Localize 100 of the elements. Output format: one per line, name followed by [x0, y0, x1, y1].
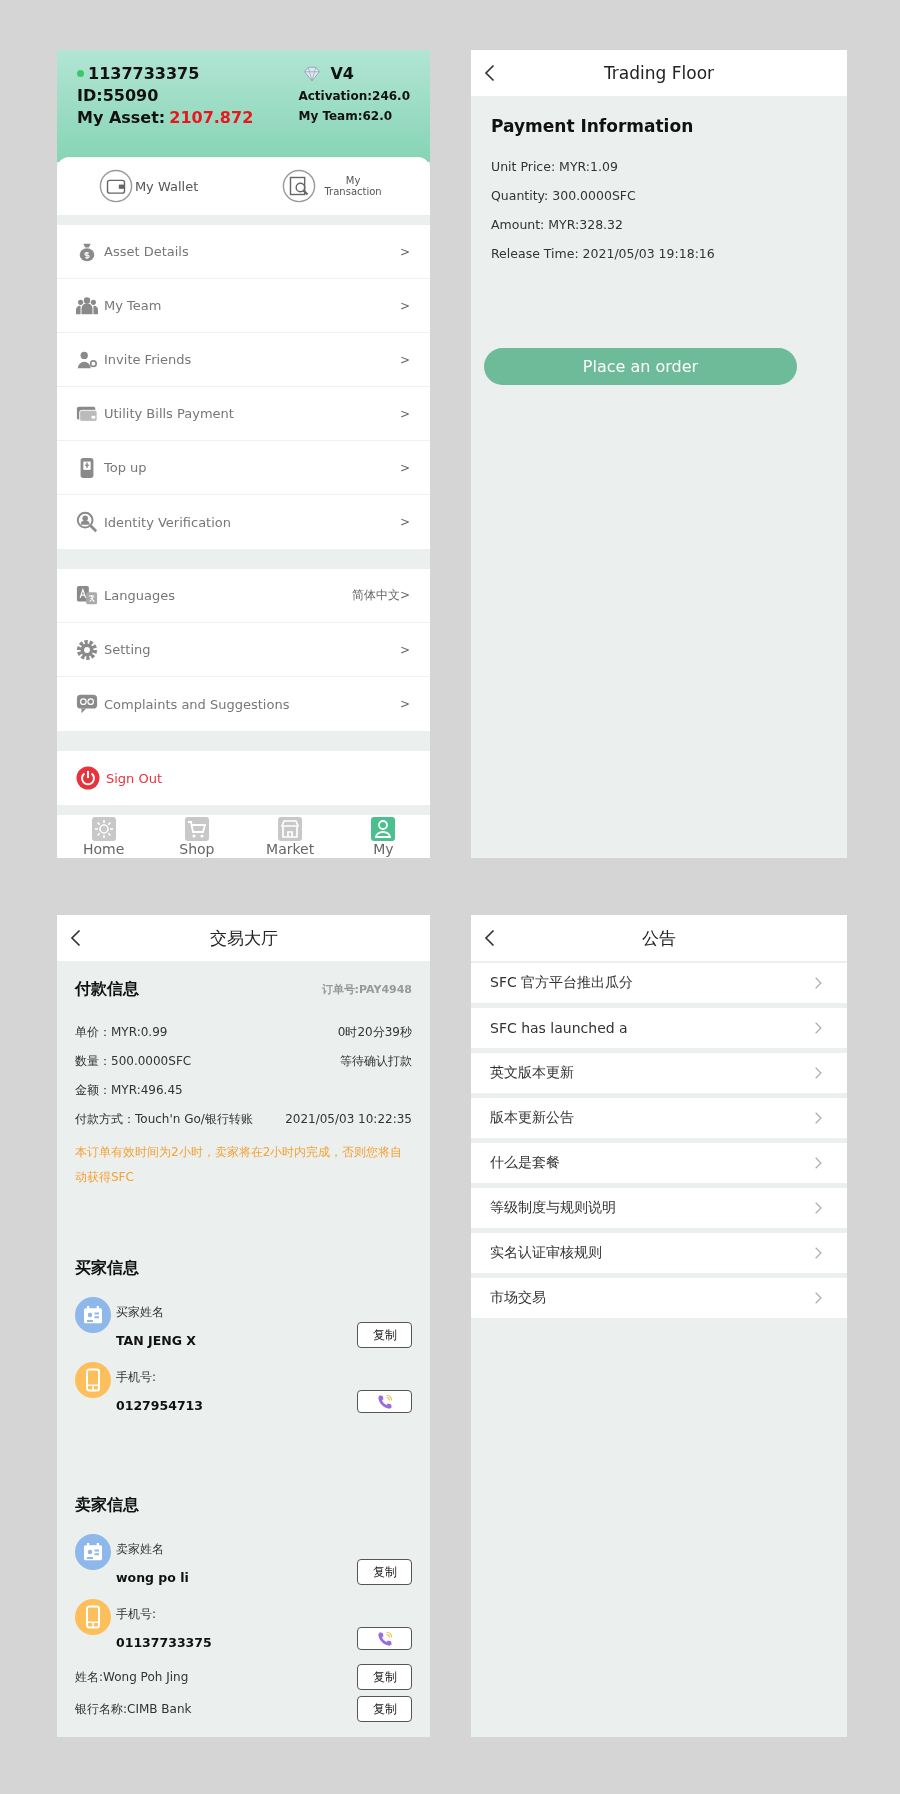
field-label: 卖家姓名	[116, 1541, 165, 1558]
gear-icon	[76, 638, 98, 661]
menu-item[interactable]: Utility Bills Payment >	[57, 387, 430, 441]
section-heading: Payment Information	[491, 116, 695, 136]
menu-value: >	[399, 298, 410, 313]
chat-icon	[76, 693, 98, 715]
bank-info-line: 银行名称:CIMB Bank	[75, 1700, 192, 1718]
copy-button[interactable]: 复制	[357, 1664, 412, 1690]
info-value: 0时20分39秒	[337, 1024, 412, 1041]
menu-item[interactable]: My Team >	[57, 279, 430, 333]
menu-item[interactable]: Top up >	[57, 441, 430, 495]
power-icon	[76, 766, 100, 790]
phone-icon	[375, 1629, 394, 1648]
announcement-item[interactable]: 版本更新公告	[471, 1098, 847, 1138]
announcement-item[interactable]: 等级制度与规则说明	[471, 1188, 847, 1228]
copy-button[interactable]: 复制	[357, 1696, 412, 1722]
info-value: 等待确认打款	[340, 1053, 412, 1070]
menu-label: Top up	[104, 460, 148, 475]
section-heading: 买家信息	[75, 1258, 140, 1279]
info-value: 2021/05/03 10:22:35	[285, 1111, 412, 1128]
menu-label: Setting	[104, 642, 152, 657]
menu-value: >	[399, 244, 410, 259]
announcement-title: 等级制度与规则说明	[490, 1199, 616, 1217]
screen-title: 交易大厅	[209, 926, 278, 950]
info-line: 付款方式：Touch'n Go/银行转账	[75, 1111, 253, 1128]
menu-value: >	[399, 460, 410, 475]
announcement-item[interactable]: 英文版本更新	[471, 1053, 847, 1093]
section-heading: 卖家信息	[75, 1495, 140, 1516]
announcement-item[interactable]: SFC 官方平台推出瓜分	[471, 963, 847, 1003]
announcement-item[interactable]: 市场交易	[471, 1278, 847, 1318]
user-search-icon	[76, 511, 98, 533]
user-id: ID:55090	[77, 86, 160, 105]
menu-label: Utility Bills Payment	[104, 406, 235, 421]
team-value: My Team:62.0	[298, 109, 393, 123]
call-button[interactable]	[357, 1390, 412, 1413]
announcement-item[interactable]: 实名认证审核规则	[471, 1233, 847, 1273]
info-line: 金额：MYR:496.45	[75, 1082, 183, 1099]
menu-label: My Team	[104, 298, 163, 313]
menu-label: Languages	[104, 588, 176, 603]
copy-button[interactable]: 复制	[357, 1322, 412, 1348]
field-label: 买家姓名	[116, 1304, 165, 1321]
announcement-title: SFC has launched a	[490, 1020, 628, 1036]
mobile-phone-icon	[75, 1362, 111, 1398]
asset-label: My Asset:	[77, 108, 166, 127]
menu-value: >	[399, 697, 410, 711]
info-line: 数量：500.0000SFC	[75, 1053, 192, 1070]
info-line: Unit Price: MYR:1.09	[491, 158, 619, 176]
menu-label: Complaints and Suggestions	[104, 696, 291, 712]
people-icon	[76, 294, 98, 317]
bank-info-line: 姓名:Wong Poh Jing	[75, 1668, 189, 1686]
menu-item[interactable]: Languages 简体中文>	[57, 569, 430, 623]
announcement-item[interactable]: SFC has launched a	[471, 1008, 847, 1048]
activation-value: Activation:246.0	[298, 89, 410, 103]
menu-label: Invite Friends	[104, 352, 193, 367]
menu-label: Asset Details	[104, 244, 190, 259]
transaction-link[interactable]: My Transaction	[282, 169, 389, 203]
asset-value: 2107.872	[169, 108, 254, 127]
sign-out-item[interactable]: Sign Out	[57, 751, 430, 805]
name-value: TAN JENG X	[116, 1333, 197, 1348]
announcement-title: 英文版本更新	[490, 1064, 574, 1082]
announcement-title: 实名认证审核规则	[490, 1244, 602, 1262]
menu-item[interactable]: Complaints and Suggestions >	[57, 677, 430, 731]
tab-item[interactable]: Market	[255, 815, 326, 858]
info-line: 单价：MYR:0.99	[75, 1024, 168, 1041]
announcement-title: 什么是套餐	[490, 1154, 560, 1172]
phone-icon	[375, 1392, 394, 1411]
document-search-icon	[282, 169, 317, 203]
menu-item[interactable]: Invite Friends >	[57, 333, 430, 387]
screen-title: 公告	[642, 926, 676, 950]
info-line: Quantity: 300.0000SFC	[491, 187, 637, 205]
wallet-icon	[98, 169, 133, 203]
sign-out-label: Sign Out	[106, 770, 164, 786]
menu-item[interactable]: Asset Details >	[57, 225, 430, 279]
copy-button[interactable]: 复制	[357, 1559, 412, 1585]
menu-item[interactable]: Identity Verification >	[57, 495, 430, 549]
tab-item[interactable]: My	[348, 815, 419, 858]
translate-icon	[76, 584, 98, 607]
tab-item[interactable]: Shop	[161, 815, 232, 858]
tab-item[interactable]: Home	[68, 815, 139, 858]
info-line: Release Time: 2021/05/03 19:18:16	[491, 245, 716, 263]
phone-number: 0127954713	[116, 1398, 204, 1413]
menu-value: >	[399, 515, 410, 529]
menu-value: 简体中文>	[351, 587, 410, 604]
user-phone: 1137733375	[88, 64, 200, 83]
wallet-link[interactable]: My Wallet	[98, 169, 199, 203]
notice-text: 本订单有效时间为2小时，卖家将在2小时内完成，否则您将自动获得SFC	[75, 1144, 404, 1186]
menu-item[interactable]: Setting >	[57, 623, 430, 677]
announcement-title: SFC 官方平台推出瓜分	[490, 974, 634, 992]
announcement-item[interactable]: 什么是套餐	[471, 1143, 847, 1183]
screen-title: Trading Floor	[603, 63, 715, 83]
field-label: 手机号:	[116, 1606, 158, 1623]
announcement-title: 版本更新公告	[490, 1109, 574, 1127]
menu-label: Identity Verification	[104, 514, 232, 530]
call-button[interactable]	[357, 1627, 412, 1650]
name-value: wong po li	[116, 1570, 190, 1585]
menu-value: >	[399, 352, 410, 367]
id-card-icon	[75, 1297, 111, 1333]
id-card-icon	[75, 1534, 111, 1570]
level-label: V4	[330, 64, 354, 83]
info-line: Amount: MYR:328.32	[491, 216, 624, 234]
